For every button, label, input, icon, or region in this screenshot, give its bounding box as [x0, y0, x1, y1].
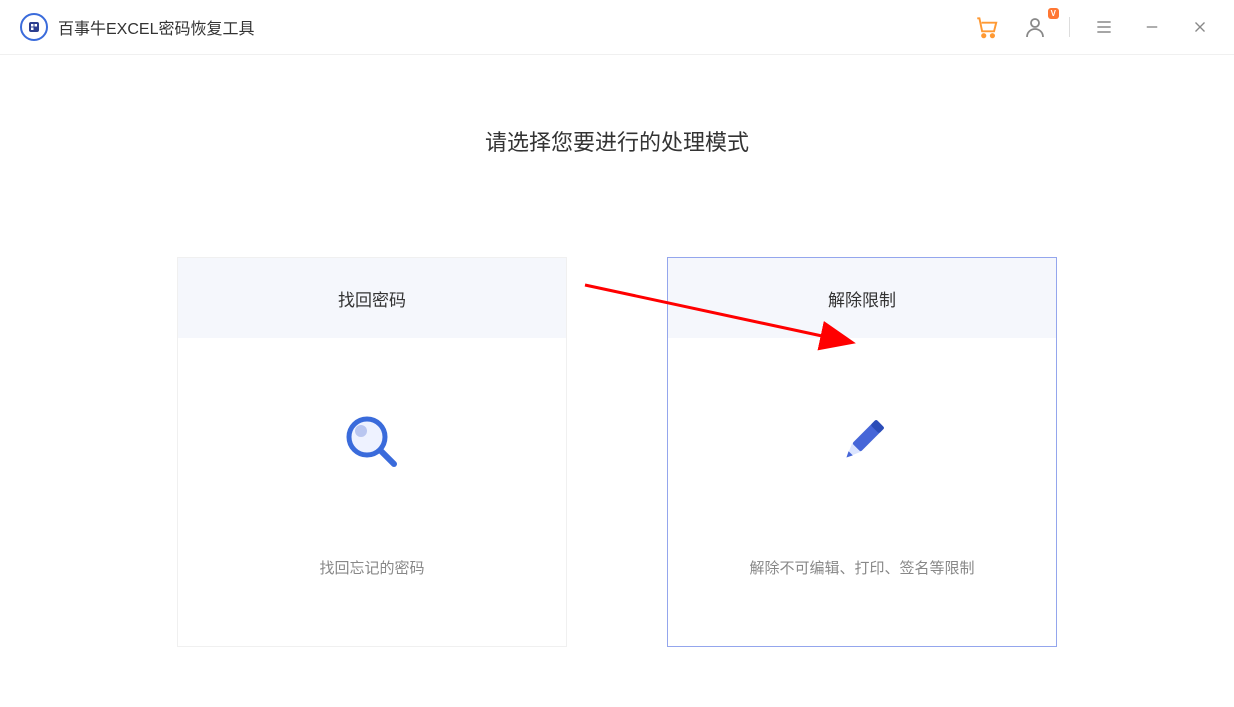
card-title: 找回密码 [178, 258, 566, 338]
card-title: 解除限制 [668, 258, 1056, 338]
app-logo-icon [20, 13, 48, 41]
titlebar-left: 百事牛EXCEL密码恢复工具 [20, 13, 254, 41]
card-description: 找回忘记的密码 [319, 557, 424, 578]
titlebar: 百事牛EXCEL密码恢复工具 V [0, 0, 1234, 55]
close-icon[interactable] [1186, 13, 1214, 41]
pencil-icon [827, 407, 897, 477]
card-description: 解除不可编辑、打印、签名等限制 [749, 557, 974, 578]
main-content: 请选择您要进行的处理模式 找回密码 找回忘记的密码 解除限制 [0, 55, 1234, 647]
mode-card-recover-password[interactable]: 找回密码 找回忘记的密码 [177, 257, 567, 647]
app-title: 百事牛EXCEL密码恢复工具 [58, 15, 254, 39]
card-body: 找回忘记的密码 [178, 338, 566, 646]
mode-cards-row: 找回密码 找回忘记的密码 解除限制 [0, 257, 1234, 647]
vip-badge: V [1048, 8, 1059, 19]
card-body: 解除不可编辑、打印、签名等限制 [668, 338, 1056, 646]
minimize-icon[interactable] [1138, 13, 1166, 41]
mode-card-remove-restriction[interactable]: 解除限制 解除不可编辑、打印、签名等限制 [667, 257, 1057, 647]
user-icon[interactable]: V [1021, 13, 1049, 41]
titlebar-right: V [973, 13, 1214, 41]
menu-icon[interactable] [1090, 13, 1118, 41]
page-title: 请选择您要进行的处理模式 [0, 125, 1234, 157]
separator [1069, 17, 1070, 37]
magnifier-icon [337, 407, 407, 477]
cart-icon[interactable] [973, 13, 1001, 41]
